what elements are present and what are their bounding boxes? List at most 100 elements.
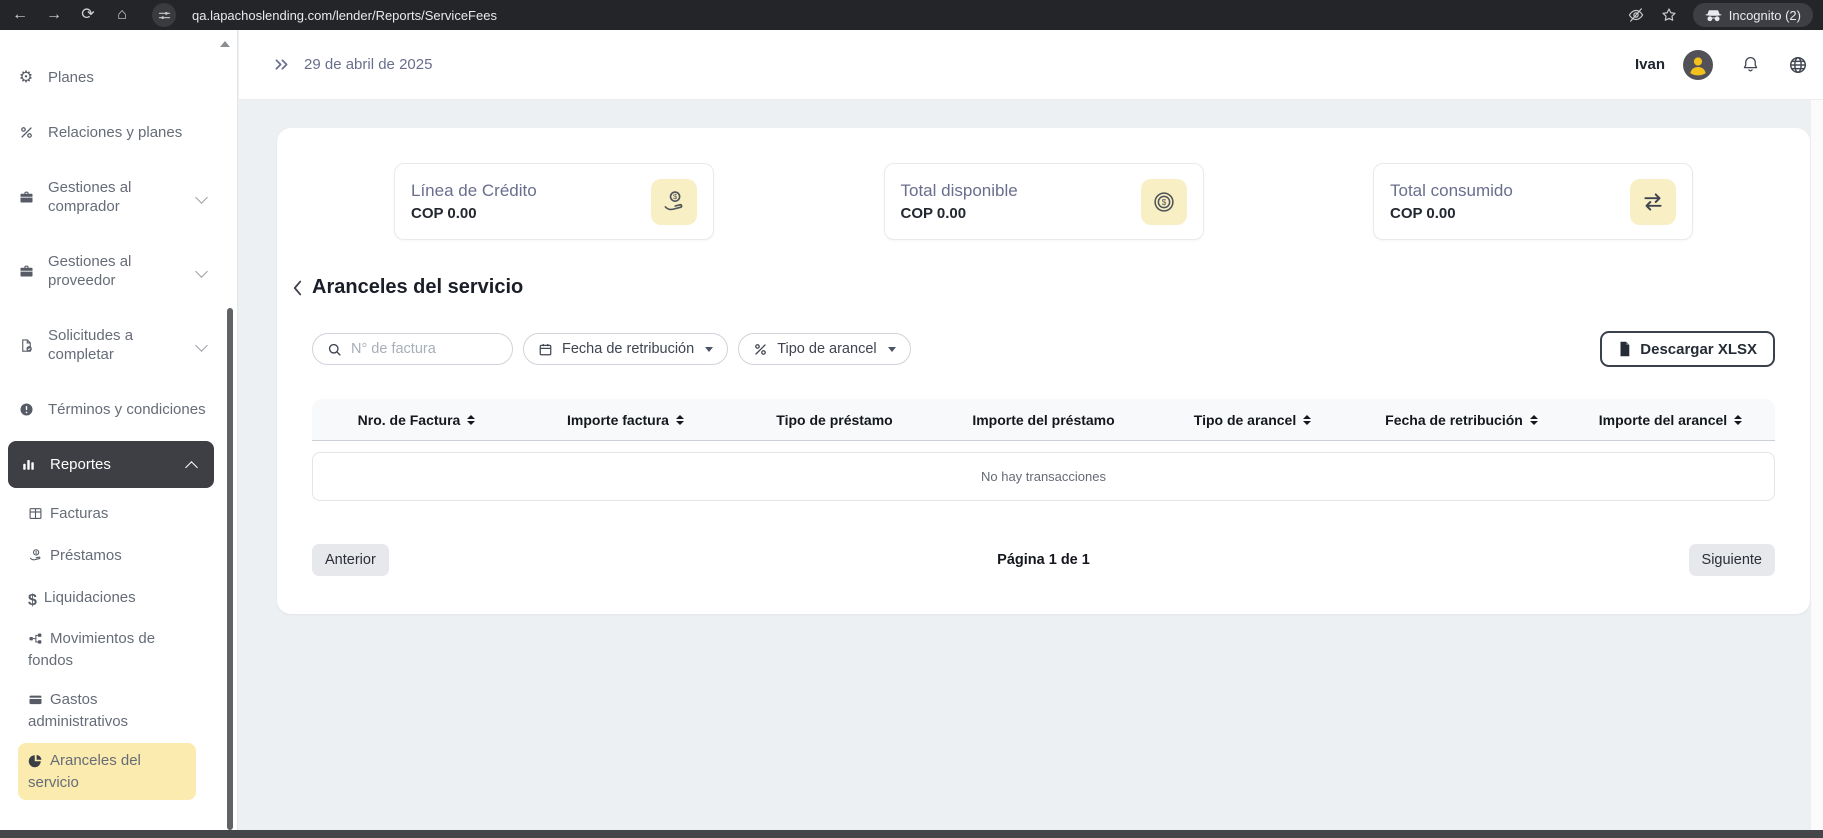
coins-icon: $ — [1140, 178, 1187, 225]
incognito-label: Incognito (2) — [1728, 7, 1801, 23]
percent-icon — [753, 342, 768, 357]
hand-coin-icon: $ — [28, 548, 43, 568]
site-info-icon[interactable] — [152, 3, 176, 27]
card-title: Total consumido — [1390, 181, 1513, 200]
sidebar-nav: ⚙ Planes Relaciones y planes Gestiones a… — [0, 30, 226, 800]
sidebar-subitem-liquidaciones[interactable]: $ Liquidaciones — [18, 580, 196, 617]
sidebar-item-terminos[interactable]: Términos y condiciones — [0, 386, 226, 433]
main-content: Línea de Crédito COP 0.00 $ Total dispon… — [239, 100, 1823, 830]
invoice-search-field[interactable] — [312, 333, 513, 365]
sidebar-item-solicitudes[interactable]: Solicitudes a completar — [0, 312, 226, 378]
browser-home-icon[interactable]: ⌂ — [112, 0, 132, 30]
column-header-importe-factura[interactable]: Importe factura — [521, 412, 730, 428]
browser-toolbar: ← → ⟳ ⌂ qa.lapachoslending.com/lender/Re… — [0, 0, 1823, 30]
sidebar-subitem-prestamos[interactable]: $ Préstamos — [18, 538, 196, 576]
page-status: Página 1 de 1 — [997, 552, 1090, 568]
network-icon — [28, 631, 43, 651]
chevron-down-icon — [195, 338, 208, 352]
column-header-tipo-arancel[interactable]: Tipo de arancel — [1148, 412, 1357, 428]
incognito-badge[interactable]: Incognito (2) — [1692, 3, 1813, 27]
total-available-card: Total disponible COP 0.00 $ — [883, 163, 1204, 240]
pie-chart-icon — [28, 753, 43, 773]
app-header: 29 de abril de 2025 Ivan — [239, 30, 1823, 100]
date-filter-label: Fecha de retribución — [562, 341, 695, 357]
language-globe-icon[interactable] — [1788, 55, 1808, 75]
hand-coin-icon: $ — [651, 178, 697, 225]
bottom-edge-bar — [0, 830, 1823, 838]
card-title: Total disponible — [900, 181, 1018, 200]
browser-back-icon[interactable]: ← — [10, 0, 30, 30]
gear-icon: ⚙ — [18, 68, 34, 86]
browser-forward-icon[interactable]: → — [44, 0, 64, 30]
browser-reload-icon[interactable]: ⟳ — [78, 0, 98, 30]
report-panel: Línea de Crédito COP 0.00 $ Total dispon… — [277, 128, 1810, 614]
avatar[interactable] — [1683, 49, 1713, 80]
sidebar-subitem-aranceles[interactable]: Aranceles del servicio — [18, 743, 196, 800]
url-text[interactable]: qa.lapachoslending.com/lender/Reports/Se… — [192, 8, 497, 23]
sidebar-item-gestiones-comprador[interactable]: Gestiones al comprador — [0, 164, 226, 230]
briefcase-icon — [14, 264, 38, 279]
password-eye-off-icon[interactable] — [1627, 6, 1645, 24]
column-header-fecha-retribucion[interactable]: Fecha de retribución — [1357, 412, 1566, 428]
sort-icon — [1734, 414, 1743, 425]
sort-icon — [675, 414, 684, 425]
briefcase-icon — [14, 190, 38, 205]
chevron-down-icon — [195, 264, 208, 278]
calendar-icon — [538, 342, 553, 357]
percent-icon — [14, 125, 38, 140]
sidebar-item-relaciones[interactable]: Relaciones y planes — [0, 109, 226, 156]
invoice-search-input[interactable] — [351, 341, 501, 357]
sidebar-subitem-facturas[interactable]: Facturas — [18, 496, 196, 534]
sort-icon — [1303, 414, 1312, 425]
fee-type-filter-label: Tipo de arancel — [777, 341, 877, 357]
document-check-icon — [14, 338, 38, 353]
sidebar-item-gestiones-proveedor[interactable]: Gestiones al proveedor — [0, 238, 226, 304]
bookmark-star-icon[interactable] — [1661, 7, 1677, 23]
table-header-row: Nro. de Factura Importe factura Tipo de … — [312, 399, 1775, 441]
header-date: 29 de abril de 2025 — [304, 56, 433, 73]
total-consumed-card: Total consumido COP 0.00 — [1373, 163, 1693, 240]
sort-icon — [1529, 414, 1538, 425]
page-scrollbar-track[interactable] — [1811, 100, 1823, 830]
sidebar-item-reportes[interactable]: Reportes — [8, 441, 214, 488]
table-icon — [28, 506, 43, 526]
page-title: Aranceles del servicio — [312, 276, 524, 298]
card-value: COP 0.00 — [411, 205, 477, 222]
sidebar-scrollbar-up-icon[interactable] — [220, 41, 230, 47]
table-empty-state: No hay transacciones — [312, 452, 1775, 501]
bar-chart-icon — [16, 457, 40, 472]
card-value: COP 0.00 — [1390, 205, 1456, 222]
card-value: COP 0.00 — [900, 205, 967, 222]
date-filter-dropdown[interactable]: Fecha de retribución — [523, 333, 729, 365]
search-icon — [327, 342, 342, 357]
credit-line-card: Línea de Crédito COP 0.00 $ — [394, 163, 714, 240]
wallet-icon — [28, 692, 43, 712]
summary-cards: Línea de Crédito COP 0.00 $ Total dispon… — [312, 163, 1775, 240]
sidebar-scrollbar-thumb[interactable] — [227, 308, 233, 830]
sidebar-subitem-gastos[interactable]: Gastos administrativos — [18, 682, 196, 739]
alert-circle-icon — [14, 402, 38, 417]
filters: Fecha de retribución Tipo de arancel — [312, 331, 1775, 367]
sidebar: ⚙ Planes Relaciones y planes Gestiones a… — [0, 30, 238, 830]
fee-type-filter-dropdown[interactable]: Tipo de arancel — [738, 333, 911, 365]
sidebar-subitem-movimientos[interactable]: Movimientos de fondos — [18, 621, 196, 678]
chevron-up-icon — [185, 461, 198, 474]
download-xlsx-button[interactable]: Descargar XLSX — [1600, 331, 1775, 367]
column-header-importe-prestamo: Importe del préstamo — [972, 411, 1115, 428]
column-header-tipo-prestamo: Tipo de préstamo — [776, 411, 893, 428]
back-icon[interactable] — [292, 279, 303, 297]
caret-down-icon — [887, 346, 896, 352]
sidebar-item-planes[interactable]: ⚙ Planes — [0, 54, 226, 101]
dollar-icon: $ — [28, 592, 37, 609]
notifications-bell-icon[interactable] — [1741, 55, 1760, 74]
reportes-submenu: Facturas $ Préstamos $ Liquidaciones Mov… — [18, 496, 196, 800]
sort-icon — [467, 414, 476, 425]
sidebar-expand-icon[interactable] — [273, 57, 290, 72]
transfer-arrows-icon — [1630, 178, 1676, 225]
empty-message: No hay transacciones — [980, 469, 1106, 484]
column-header-nro-factura[interactable]: Nro. de Factura — [312, 412, 521, 428]
page-heading: Aranceles del servicio — [292, 276, 1775, 299]
incognito-icon — [1705, 9, 1722, 21]
svg-text:$: $ — [1161, 197, 1166, 206]
column-header-importe-arancel[interactable]: Importe del arancel — [1566, 412, 1775, 428]
